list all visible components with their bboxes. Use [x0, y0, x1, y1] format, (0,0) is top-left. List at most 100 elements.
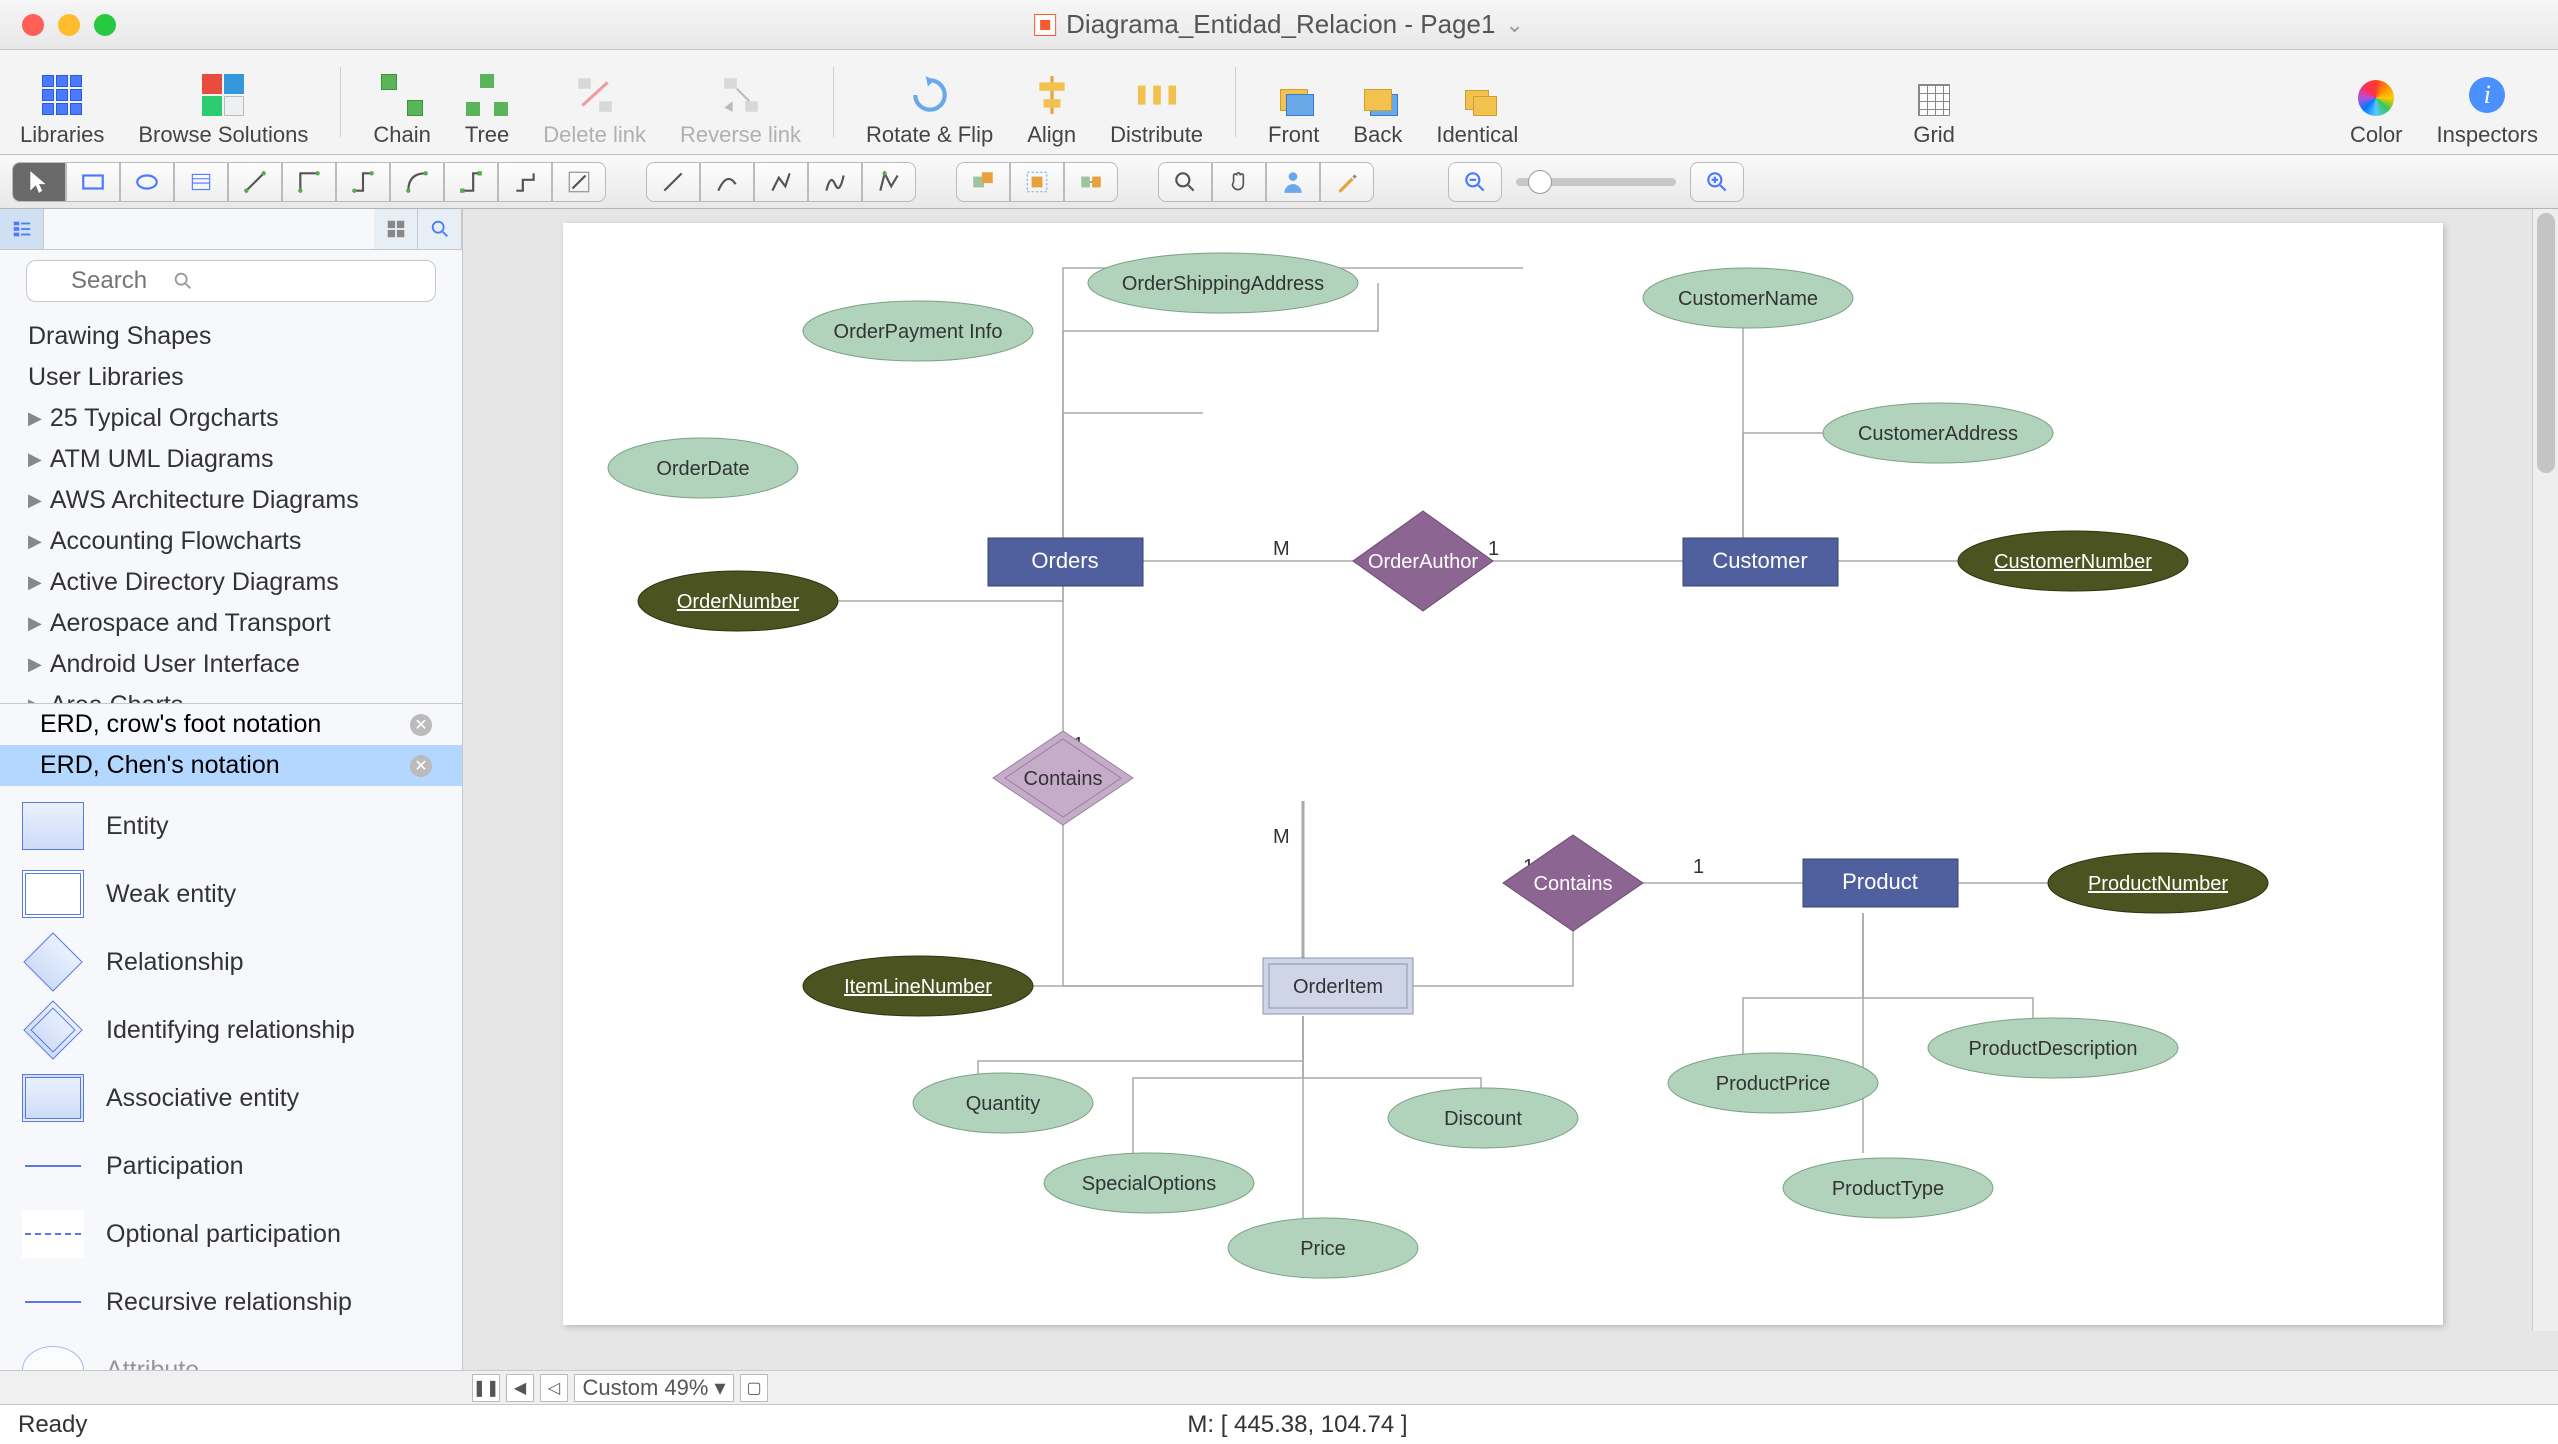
ellipse-tool[interactable] [120, 162, 174, 202]
zoom-slider[interactable] [1516, 178, 1676, 186]
hand-tool[interactable] [1212, 162, 1266, 202]
libraries-button[interactable]: Libraries [12, 50, 112, 154]
line-tool-5[interactable] [862, 162, 916, 202]
identical-button[interactable]: Identical [1428, 50, 1526, 154]
align-button[interactable]: Align [1019, 50, 1084, 154]
entity-orderitem[interactable]: OrderItem [1263, 958, 1413, 1014]
group-tool-2[interactable] [1010, 162, 1064, 202]
rect-tool[interactable] [66, 162, 120, 202]
connector-7[interactable] [552, 162, 606, 202]
attr-producttype[interactable]: ProductType [1783, 1158, 1993, 1218]
line-tool-4[interactable] [808, 162, 862, 202]
attr-orderpayment[interactable]: OrderPayment Info [803, 301, 1033, 361]
canvas-page[interactable]: M 1 1 M 1 1 Orders Customer OrderItem Pr… [563, 223, 2443, 1325]
pointer-tool[interactable] [12, 162, 66, 202]
search-view-icon[interactable] [418, 209, 462, 249]
shape-identifying-relationship[interactable]: Identifying relationship [0, 996, 462, 1064]
shape-weak-entity[interactable]: Weak entity [0, 860, 462, 928]
zoom-out-button[interactable] [1448, 162, 1502, 202]
connector-2[interactable] [282, 162, 336, 202]
lib-atm-uml[interactable]: ▶ATM UML Diagrams [0, 439, 462, 480]
zoom-tool[interactable] [1158, 162, 1212, 202]
shape-optional-participation[interactable]: Optional participation [0, 1200, 462, 1268]
text-tool[interactable] [174, 162, 228, 202]
close-icon[interactable] [22, 14, 44, 36]
line-tool-3[interactable] [754, 162, 808, 202]
prev-page[interactable]: ◁ [540, 1374, 568, 1402]
front-button[interactable]: Front [1260, 50, 1327, 154]
delete-link-button[interactable]: Delete link [535, 50, 654, 154]
attr-productdescription[interactable]: ProductDescription [1928, 1018, 2178, 1078]
chevron-down-icon[interactable]: ⌄ [1505, 12, 1523, 38]
close-icon[interactable]: ✕ [410, 714, 432, 736]
line-tool-1[interactable] [646, 162, 700, 202]
shape-associative-entity[interactable]: Associative entity [0, 1064, 462, 1132]
connector-1[interactable] [228, 162, 282, 202]
attr-discount[interactable]: Discount [1388, 1088, 1578, 1148]
pencil-tool[interactable] [1320, 162, 1374, 202]
stencil-crowsfoot[interactable]: ERD, crow's foot notation✕ [0, 704, 462, 745]
attr-specialoptions[interactable]: SpecialOptions [1044, 1153, 1254, 1213]
group-tool-3[interactable] [1064, 162, 1118, 202]
lib-aerospace[interactable]: ▶Aerospace and Transport [0, 603, 462, 644]
browse-solutions-button[interactable]: Browse Solutions [130, 50, 316, 154]
rel-orderauthor[interactable]: OrderAuthor [1353, 511, 1493, 611]
tree-button[interactable]: Tree [457, 50, 517, 154]
search-input[interactable] [26, 260, 436, 302]
shape-entity[interactable]: Entity [0, 792, 462, 860]
zoom-in-button[interactable] [1690, 162, 1744, 202]
connector-4[interactable] [390, 162, 444, 202]
attr-itemlinenumber[interactable]: ItemLineNumber [803, 956, 1033, 1016]
lib-accounting[interactable]: ▶Accounting Flowcharts [0, 521, 462, 562]
library-view-icon[interactable] [0, 209, 44, 249]
next-page[interactable]: ▢ [740, 1374, 768, 1402]
lib-area-charts[interactable]: ▶Area Charts [0, 685, 462, 703]
rotate-flip-button[interactable]: Rotate & Flip [858, 50, 1001, 154]
rel-contains-2[interactable]: Contains [1503, 835, 1643, 931]
shape-participation[interactable]: Participation [0, 1132, 462, 1200]
color-button[interactable]: Color [2342, 50, 2411, 154]
prev-page-first[interactable]: ◀ [506, 1374, 534, 1402]
attr-quantity[interactable]: Quantity [913, 1073, 1093, 1133]
lib-aws[interactable]: ▶AWS Architecture Diagrams [0, 480, 462, 521]
lib-orgcharts[interactable]: ▶25 Typical Orgcharts [0, 398, 462, 439]
close-icon[interactable]: ✕ [410, 755, 432, 777]
attr-productprice[interactable]: ProductPrice [1668, 1053, 1878, 1113]
connector-3[interactable] [336, 162, 390, 202]
connector-5[interactable] [444, 162, 498, 202]
attr-customeraddress[interactable]: CustomerAddress [1823, 403, 2053, 463]
minimize-icon[interactable] [58, 14, 80, 36]
attr-productnumber[interactable]: ProductNumber [2048, 853, 2268, 913]
attr-customernumber[interactable]: CustomerNumber [1958, 531, 2188, 591]
entity-orders[interactable]: Orders [988, 538, 1143, 586]
grid-button[interactable]: Grid [1905, 50, 1963, 154]
lib-active-directory[interactable]: ▶Active Directory Diagrams [0, 562, 462, 603]
lib-user-libraries[interactable]: User Libraries [0, 357, 462, 398]
attr-orderdate[interactable]: OrderDate [608, 438, 798, 498]
shape-attribute[interactable]: Attribute [0, 1336, 462, 1370]
chain-button[interactable]: Chain [365, 50, 438, 154]
lib-drawing-shapes[interactable]: Drawing Shapes [0, 316, 462, 357]
connector-6[interactable] [498, 162, 552, 202]
line-tool-2[interactable] [700, 162, 754, 202]
zoom-dropdown[interactable]: Custom 49%▾ [574, 1374, 734, 1402]
rel-contains-1[interactable]: Contains [993, 731, 1133, 825]
maximize-icon[interactable] [94, 14, 116, 36]
entity-customer[interactable]: Customer [1683, 538, 1838, 586]
stencil-chen[interactable]: ERD, Chen's notation✕ [0, 745, 462, 786]
lib-android[interactable]: ▶Android User Interface [0, 644, 462, 685]
shape-recursive-relationship[interactable]: Recursive relationship [0, 1268, 462, 1336]
grid-view-icon[interactable] [374, 209, 418, 249]
vertical-scrollbar[interactable] [2532, 209, 2558, 1331]
canvas-area[interactable]: M 1 1 M 1 1 Orders Customer OrderItem Pr… [463, 209, 2558, 1370]
group-tool-1[interactable] [956, 162, 1010, 202]
pause-icon[interactable]: ❚❚ [472, 1374, 500, 1402]
person-tool[interactable] [1266, 162, 1320, 202]
attr-customername[interactable]: CustomerName [1643, 268, 1853, 328]
shape-relationship[interactable]: Relationship [0, 928, 462, 996]
attr-ordernumber[interactable]: OrderNumber [638, 571, 838, 631]
reverse-link-button[interactable]: Reverse link [672, 50, 809, 154]
back-button[interactable]: Back [1345, 50, 1410, 154]
attr-price[interactable]: Price [1228, 1218, 1418, 1278]
attr-ordership[interactable]: OrderShippingAddress [1088, 253, 1358, 313]
